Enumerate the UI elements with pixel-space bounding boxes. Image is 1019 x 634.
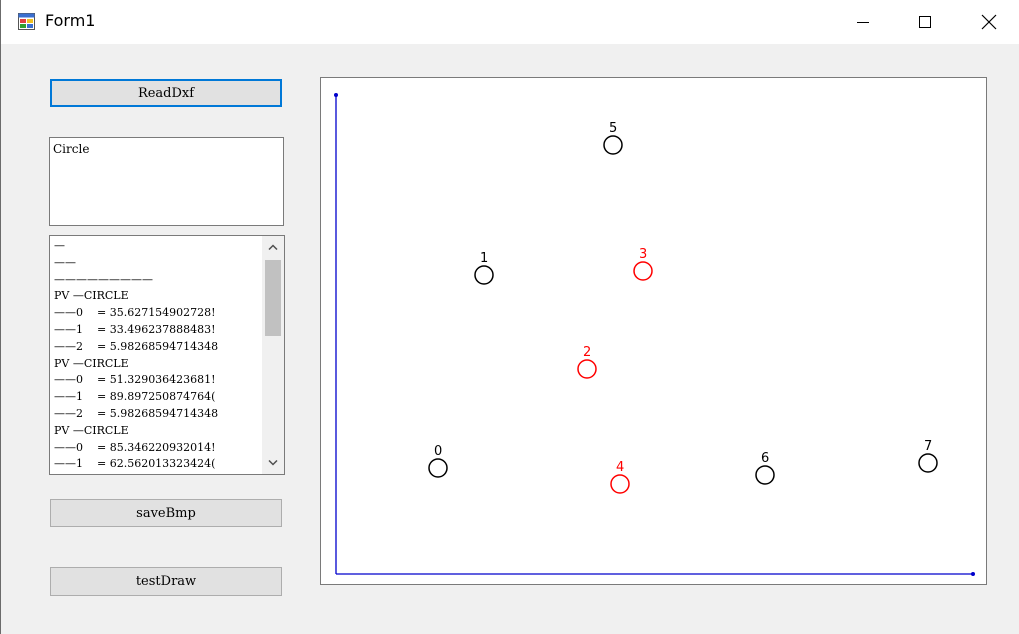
listbox-line: PV —CIRCLE bbox=[54, 423, 129, 437]
scroll-up-button[interactable] bbox=[262, 236, 284, 258]
minimize-button[interactable] bbox=[835, 0, 891, 44]
form-app-icon[interactable] bbox=[18, 13, 35, 30]
scroll-thumb[interactable] bbox=[265, 260, 281, 336]
listbox-line: PV —CIRCLE bbox=[54, 356, 129, 370]
circle-label-0: 0 bbox=[434, 444, 442, 459]
window-title: Form1 bbox=[45, 11, 96, 30]
circle-label-7: 7 bbox=[924, 439, 932, 454]
test-draw-button[interactable]: testDraw bbox=[50, 567, 282, 596]
x-axis-arrow-tip bbox=[971, 572, 975, 576]
listbox-lines: — —— ————————— PV —CIRCLE ——0 = 35.627154902… bbox=[54, 238, 258, 473]
save-bmp-button[interactable]: saveBmp bbox=[50, 499, 282, 527]
circle-label-4: 4 bbox=[616, 460, 624, 475]
main-window: Form1 ReadDxf Circle — —— ————————— PV —CIR… bbox=[0, 0, 1019, 634]
circle-label-5: 5 bbox=[609, 121, 617, 136]
listbox-line: — bbox=[54, 239, 65, 252]
circle-label-2: 2 bbox=[583, 345, 591, 360]
close-icon bbox=[981, 14, 997, 30]
circle-7 bbox=[918, 453, 938, 473]
drawing-svg: 0 1 2 3 4 5 6 7 bbox=[334, 93, 975, 576]
listbox-line: PV —CIRCLE bbox=[54, 289, 129, 303]
listbox-line: ——0 = 51.329036423681! bbox=[54, 373, 216, 387]
circle-label-6: 6 bbox=[761, 451, 769, 466]
listbox-line: ——1 = 33.496237888483! bbox=[54, 322, 216, 336]
listbox-line: ——1 = 62.562013323424( bbox=[54, 457, 216, 471]
entity-type-textbox[interactable]: Circle bbox=[49, 137, 284, 226]
listbox-line: ——2 = 5.98268594714348 bbox=[54, 406, 219, 420]
scroll-up-icon bbox=[268, 244, 278, 250]
circle-label-1: 1 bbox=[480, 251, 488, 266]
circle-1 bbox=[474, 265, 494, 285]
listbox-line: —— bbox=[54, 255, 76, 269]
circle-label-3: 3 bbox=[639, 247, 647, 262]
scroll-down-icon bbox=[268, 460, 278, 466]
listbox-line: ——0 = 85.346220932014! bbox=[54, 440, 216, 454]
circle-2 bbox=[577, 359, 597, 379]
minimize-icon bbox=[857, 22, 869, 23]
maximize-icon bbox=[919, 16, 931, 28]
listbox-line: ————————— bbox=[54, 272, 153, 286]
close-button[interactable] bbox=[961, 0, 1017, 44]
circle-4 bbox=[610, 474, 630, 494]
scroll-down-button[interactable] bbox=[262, 452, 284, 474]
drawing-canvas[interactable]: 0 1 2 3 4 5 6 7 bbox=[320, 77, 987, 585]
title-bar[interactable]: Form1 bbox=[1, 0, 1019, 44]
circle-5 bbox=[603, 135, 623, 155]
maximize-button[interactable] bbox=[897, 0, 953, 44]
read-dxf-button[interactable]: ReadDxf bbox=[50, 79, 282, 107]
circle-6 bbox=[755, 465, 775, 485]
listbox-vertical-scrollbar[interactable] bbox=[262, 236, 284, 474]
y-axis-arrow-tip bbox=[334, 93, 338, 97]
dxf-content-listbox[interactable]: — —— ————————— PV —CIRCLE ——0 = 35.627154902… bbox=[49, 235, 285, 475]
listbox-line: ——1 = 89.897250874764( bbox=[54, 390, 216, 404]
circle-0 bbox=[428, 458, 448, 478]
listbox-line: ——0 = 35.627154902728! bbox=[54, 306, 216, 320]
circle-3 bbox=[633, 261, 653, 281]
listbox-line: ——2 = 5.98268594714348 bbox=[54, 339, 219, 353]
